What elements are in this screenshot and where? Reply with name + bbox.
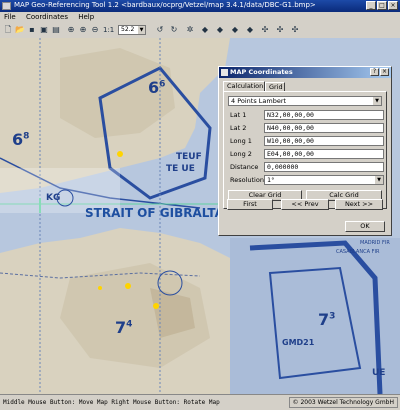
map-sector-label: 74 xyxy=(115,318,133,337)
long1-field[interactable]: W10,00,00,00 xyxy=(264,136,384,146)
gear-icon[interactable]: ✲ xyxy=(185,25,195,35)
toolbar: 🗋 📂 ▪ ▣ ▤ ⊕ ⊕ ⊖ 1:1 52.2 ▼ ↺ ↻ ✲ ◆ ◆ ◆ ◆… xyxy=(0,23,400,39)
map-madrid-fir-label: MADRID FIR xyxy=(360,240,390,246)
zoom-level-value: 52.2 xyxy=(121,26,135,33)
copyright-text: © 2003 Wetzel Technology GmbH xyxy=(288,397,398,408)
calculation-pane: 4 Points Lambert ▼ Lat 1 N32,00,00,00 La… xyxy=(223,91,387,209)
window-titlebar: MAP Geo-Referencing Tool 1.2 <bardbaux/o… xyxy=(0,0,400,12)
first-button[interactable]: First xyxy=(227,199,273,210)
save-icon[interactable]: ▪ xyxy=(27,25,37,35)
distance-label: Distance xyxy=(230,163,259,171)
projection-method-value: 4 Points Lambert xyxy=(231,97,287,105)
map-sector-label: 73 xyxy=(318,310,336,329)
distance-row: Distance 0,000000 xyxy=(228,162,384,172)
lat1-row: Lat 1 N32,00,00,00 xyxy=(228,110,384,120)
long1-label: Long 1 xyxy=(230,137,252,145)
map-sector-label: 66 xyxy=(148,78,166,97)
maximize-button[interactable]: □ xyxy=(377,1,387,10)
dialog-titlebar: MAP Coordinates ? × xyxy=(219,67,391,78)
resolution-row: Resolution 1° ▼ xyxy=(228,175,384,185)
map-teuf-label: TEUF xyxy=(176,152,202,162)
lat2-row: Lat 2 N40,00,00,00 xyxy=(228,123,384,133)
long1-row: Long 1 W10,00,00,00 xyxy=(228,136,384,146)
rotate-right-icon[interactable]: ↻ xyxy=(169,25,179,35)
grid-point-icon[interactable]: ✣ xyxy=(275,25,285,35)
chevron-down-icon: ▼ xyxy=(373,97,381,105)
window-title: MAP Geo-Referencing Tool 1.2 <bardbaux/o… xyxy=(14,1,316,9)
new-file-icon[interactable]: 🗋 xyxy=(3,25,13,35)
minimize-button[interactable]: _ xyxy=(366,1,376,10)
move-up-icon[interactable]: ◆ xyxy=(230,25,240,35)
menu-file[interactable]: File xyxy=(0,12,20,22)
distance-field[interactable]: 0,000000 xyxy=(264,162,384,172)
zoom-in-icon[interactable]: ⊕ xyxy=(78,25,88,35)
point-marker-icon[interactable]: ✣ xyxy=(260,25,270,35)
long2-row: Long 2 E04,00,00,00 xyxy=(228,149,384,159)
lat2-label: Lat 2 xyxy=(230,124,247,132)
crosshair-icon[interactable]: ✣ xyxy=(290,25,300,35)
lat1-field[interactable]: N32,00,00,00 xyxy=(264,110,384,120)
dialog-title: MAP Coordinates xyxy=(230,68,293,76)
chevron-down-icon: ▼ xyxy=(138,26,145,34)
help-button[interactable]: ? xyxy=(370,68,379,76)
long2-label: Long 2 xyxy=(230,150,252,158)
map-teue-label: TE UE xyxy=(166,164,195,174)
resolution-value: 1° xyxy=(267,176,275,184)
lat1-label: Lat 1 xyxy=(230,111,247,119)
tab-calculation[interactable]: Calculation xyxy=(223,81,265,91)
statusbar: Middle Mouse Button: Move Map Right Mous… xyxy=(0,394,400,410)
map-kg-label: KG xyxy=(46,193,61,203)
chevron-down-icon: ▼ xyxy=(375,176,383,184)
move-down-icon[interactable]: ◆ xyxy=(245,25,255,35)
resolution-label: Resolution xyxy=(230,176,264,184)
dialog-close-button[interactable]: × xyxy=(380,68,389,76)
map-coordinates-dialog: MAP Coordinates ? × Calculation Grid 4 P… xyxy=(218,66,392,236)
zoom-out-icon[interactable]: ⊖ xyxy=(90,25,100,35)
save-as-icon[interactable]: ▣ xyxy=(39,25,49,35)
zoom-1-1-icon[interactable]: 1:1 xyxy=(103,25,114,35)
prev-button[interactable]: << Prev xyxy=(281,199,329,210)
move-left-icon[interactable]: ◆ xyxy=(200,25,210,35)
menubar: File Coordinates Help xyxy=(0,12,400,23)
map-gmd-label: GMD21 xyxy=(282,338,315,347)
ok-button[interactable]: OK xyxy=(345,221,385,232)
lat2-field[interactable]: N40,00,00,00 xyxy=(264,123,384,133)
app-icon xyxy=(2,2,11,10)
open-folder-icon[interactable]: 📂 xyxy=(15,25,25,35)
next-button[interactable]: Next >> xyxy=(335,199,383,210)
zoom-fit-icon[interactable]: ⊕ xyxy=(66,25,76,35)
rotate-left-icon[interactable]: ↺ xyxy=(155,25,165,35)
menu-coordinates[interactable]: Coordinates xyxy=(22,12,72,22)
map-ue-label: UE xyxy=(372,368,386,378)
long2-field[interactable]: E04,00,00,00 xyxy=(264,149,384,159)
map-sector-label: 68 xyxy=(12,130,30,149)
dialog-app-icon xyxy=(221,69,228,76)
menu-help[interactable]: Help xyxy=(74,12,98,22)
move-right-icon[interactable]: ◆ xyxy=(215,25,225,35)
close-button[interactable]: × xyxy=(388,1,398,10)
resolution-select[interactable]: 1° ▼ xyxy=(264,175,384,185)
map-casablanca-fir-label: CASABLANCA FIR xyxy=(336,249,380,255)
zoom-level-select[interactable]: 52.2 ▼ xyxy=(118,25,146,35)
page-icon[interactable]: ▤ xyxy=(51,25,61,35)
projection-method-select[interactable]: 4 Points Lambert ▼ xyxy=(228,96,382,106)
map-strait-label: STRAIT OF GIBRALTA xyxy=(85,206,224,220)
status-hint: Middle Mouse Button: Move Map Right Mous… xyxy=(3,399,220,406)
